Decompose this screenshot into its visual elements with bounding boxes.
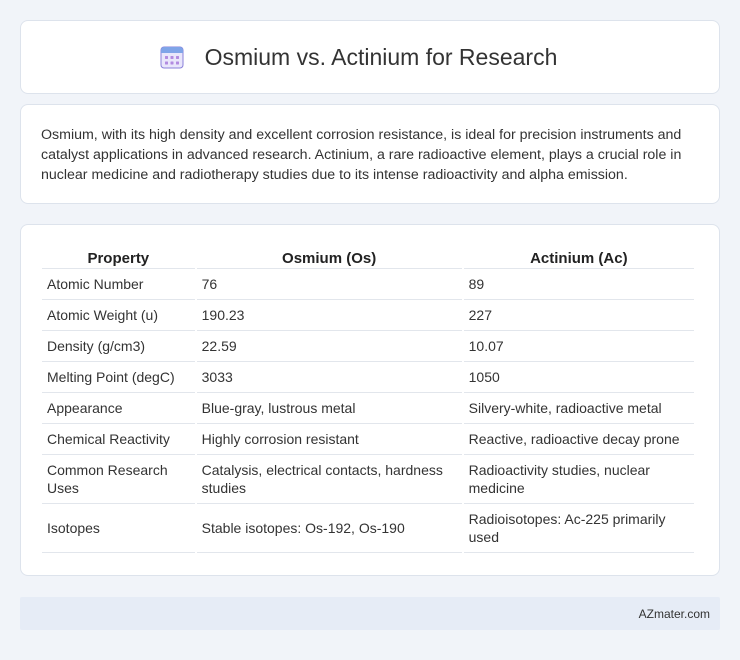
comparison-table: Property Osmium (Os) Actinium (Ac) Atomi…: [40, 247, 696, 553]
osmium-cell: 22.59: [196, 331, 462, 362]
table-header-row: Property Osmium (Os) Actinium (Ac): [42, 247, 694, 269]
osmium-cell: Highly corrosion resistant: [196, 424, 462, 455]
property-cell: Chemical Reactivity: [42, 424, 195, 455]
property-cell: Atomic Weight (u): [42, 300, 195, 331]
actinium-cell: 89: [463, 269, 694, 300]
table-row: Common Research Uses Catalysis, electric…: [42, 455, 694, 504]
table-row: Melting Point (degC) 3033 1050: [42, 362, 694, 393]
page-title: Osmium vs. Actinium for Research: [204, 43, 558, 70]
osmium-cell: 3033: [196, 362, 462, 393]
actinium-cell: Reactive, radioactive decay prone: [463, 424, 694, 455]
actinium-cell: 227: [463, 300, 694, 331]
actinium-cell: Radioisotopes: Ac-225 primarily used: [463, 504, 694, 553]
actinium-cell: Radioactivity studies, nuclear medicine: [463, 455, 694, 504]
description-text: Osmium, with its high density and excell…: [41, 127, 682, 183]
actinium-cell: 1050: [463, 362, 694, 393]
table-row: Atomic Weight (u) 190.23 227: [42, 300, 694, 331]
property-cell: Isotopes: [42, 504, 195, 553]
osmium-cell: 190.23: [196, 300, 462, 331]
property-cell: Common Research Uses: [42, 455, 195, 504]
property-cell: Melting Point (degC): [42, 362, 195, 393]
table-row: Chemical Reactivity Highly corrosion res…: [42, 424, 694, 455]
calendar-icon: [159, 44, 185, 70]
osmium-cell: Blue-gray, lustrous metal: [196, 393, 462, 424]
property-cell: Appearance: [42, 393, 195, 424]
description-card: Osmium, with its high density and excell…: [20, 104, 720, 204]
column-header-actinium: Actinium (Ac): [463, 247, 694, 269]
table-row: Atomic Number 76 89: [42, 269, 694, 300]
table-row: Isotopes Stable isotopes: Os-192, Os-190…: [42, 504, 694, 553]
comparison-table-card: Property Osmium (Os) Actinium (Ac) Atomi…: [20, 224, 720, 576]
table-row: Density (g/cm3) 22.59 10.07: [42, 331, 694, 362]
footer-brand: AZmater.com: [638, 606, 710, 621]
table-row: Appearance Blue-gray, lustrous metal Sil…: [42, 393, 694, 424]
osmium-cell: Stable isotopes: Os-192, Os-190: [196, 504, 462, 553]
osmium-cell: Catalysis, electrical contacts, hardness…: [196, 455, 462, 504]
column-header-property: Property: [42, 247, 195, 269]
column-header-osmium: Osmium (Os): [196, 247, 462, 269]
osmium-cell: 76: [196, 269, 462, 300]
actinium-cell: 10.07: [463, 331, 694, 362]
property-cell: Atomic Number: [42, 269, 195, 300]
actinium-cell: Silvery-white, radioactive metal: [463, 393, 694, 424]
title-card: Osmium vs. Actinium for Research: [20, 20, 720, 94]
property-cell: Density (g/cm3): [42, 331, 195, 362]
footer: AZmater.com: [20, 597, 720, 630]
